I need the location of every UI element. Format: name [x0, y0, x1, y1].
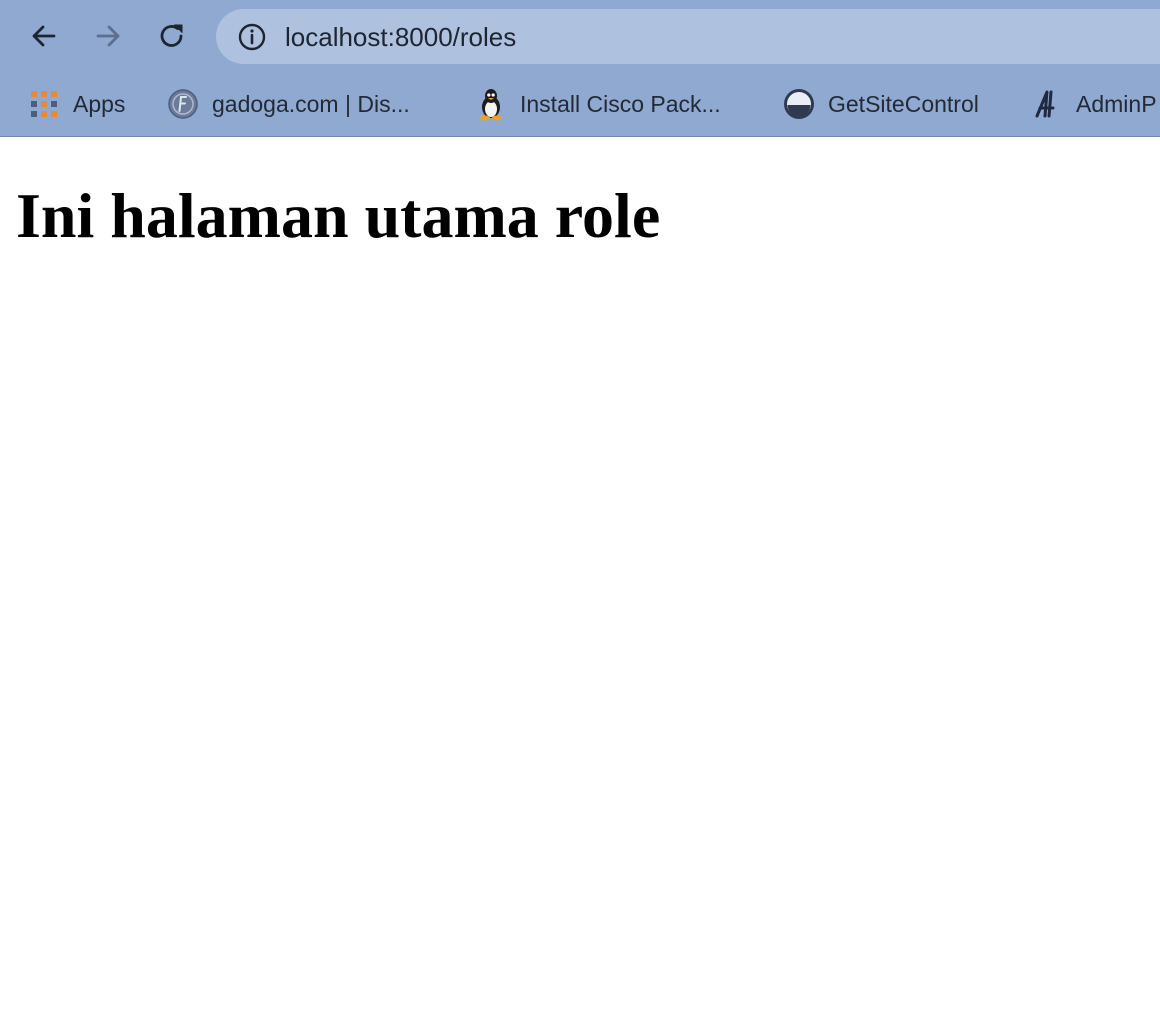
- bookmark-label: Apps: [73, 90, 126, 117]
- bookmark-gadoga[interactable]: gadoga.com | Dis...: [166, 80, 410, 128]
- gadoga-icon: [166, 87, 200, 121]
- bookmarks-bar: Apps gadoga.com | Dis... Install Cisco P…: [0, 80, 1160, 128]
- back-button[interactable]: [20, 12, 68, 60]
- site-info-icon[interactable]: [237, 22, 267, 52]
- bookmark-label: gadoga.com | Dis...: [212, 90, 410, 117]
- bookmark-cisco[interactable]: Install Cisco Pack...: [474, 80, 721, 128]
- back-arrow-icon: [32, 25, 56, 47]
- reload-icon: [160, 24, 183, 47]
- bookmark-getsitecontrol[interactable]: GetSiteControl: [782, 80, 979, 128]
- forward-arrow-icon: [96, 25, 120, 47]
- adminpro-icon: [1030, 87, 1064, 121]
- linux-penguin-icon: [474, 87, 508, 121]
- reload-button[interactable]: [148, 12, 196, 60]
- bookmark-adminpro[interactable]: AdminP: [1030, 80, 1157, 128]
- url-text: localhost:8000/roles: [285, 22, 517, 52]
- bookmark-apps[interactable]: Apps: [27, 80, 125, 128]
- getsitecontrol-icon: [782, 87, 816, 121]
- page-title: Ini halaman utama role: [16, 180, 661, 251]
- bookmark-label: AdminP: [1076, 90, 1157, 117]
- apps-grid-icon: [27, 87, 61, 121]
- bookmark-label: GetSiteControl: [828, 90, 979, 117]
- bookmark-label: Install Cisco Pack...: [520, 90, 721, 117]
- browser-chrome: localhost:8000/roles Apps gadoga.com | D…: [0, 0, 1160, 137]
- address-bar[interactable]: localhost:8000/roles: [216, 9, 1160, 64]
- forward-button[interactable]: [84, 12, 132, 60]
- page-content: Ini halaman utama role: [16, 178, 660, 254]
